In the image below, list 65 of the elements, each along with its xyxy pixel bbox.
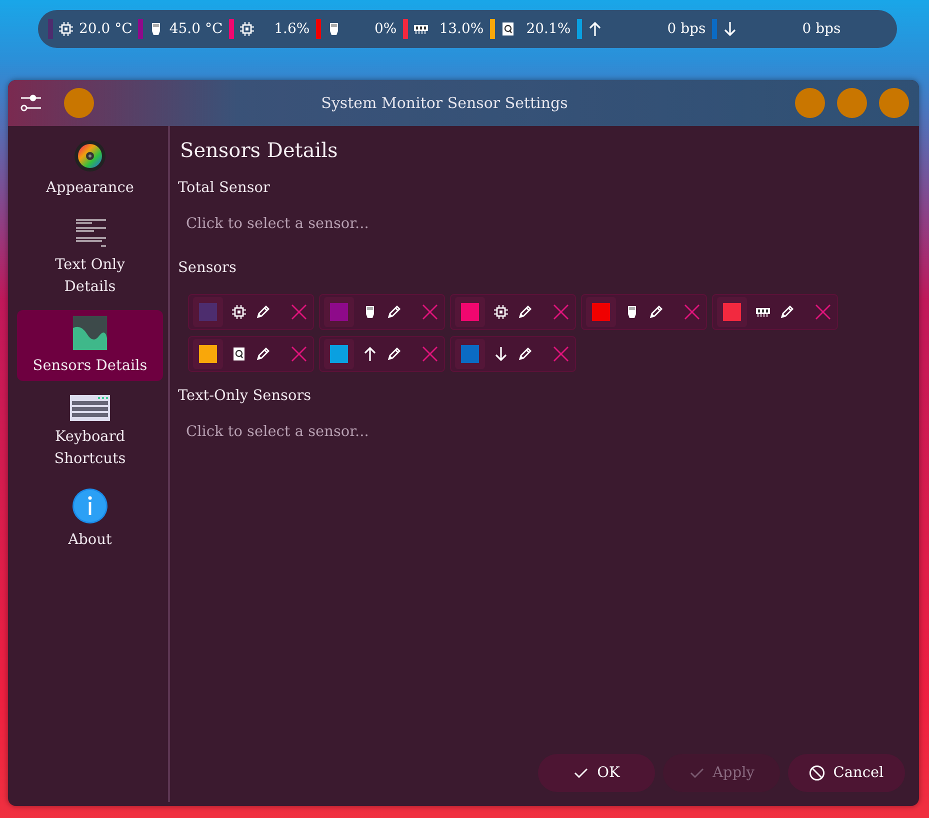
window-button[interactable] <box>795 88 825 118</box>
remove-icon[interactable] <box>553 304 569 320</box>
cpu-icon <box>238 21 255 37</box>
sensor-value: 0% <box>373 21 397 37</box>
up-arrow-icon <box>362 346 378 362</box>
dialog-button[interactable]: OK <box>538 754 655 792</box>
pencil-icon[interactable] <box>255 304 271 320</box>
sliders-icon[interactable] <box>20 93 42 113</box>
sensor-value: 20.1% <box>525 21 571 37</box>
sensor-value: 13.0% <box>438 21 484 37</box>
pencil-icon[interactable] <box>779 304 795 320</box>
remove-icon[interactable] <box>684 304 700 320</box>
sensor-value: 45.0 °C <box>169 21 223 37</box>
pencil-icon[interactable] <box>648 304 664 320</box>
info-icon <box>72 488 108 524</box>
sidebar-item[interactable]: Text Only Details <box>17 211 163 302</box>
sensor-value: 20.0 °C <box>79 21 132 37</box>
window-button[interactable] <box>837 88 867 118</box>
keyboard-icon <box>70 395 110 421</box>
sensor-picker-field[interactable]: Click to select a sensor... <box>178 412 907 452</box>
remove-icon[interactable] <box>291 346 307 362</box>
remove-icon[interactable] <box>291 304 307 320</box>
dialog-button[interactable]: Cancel <box>788 754 905 792</box>
section-label: Text-Only Sensors <box>178 388 312 404</box>
section-label: Sensors <box>178 260 238 276</box>
pencil-icon[interactable] <box>517 346 533 362</box>
color-swatch[interactable] <box>324 297 354 327</box>
cpu-icon <box>231 304 247 320</box>
sidebar-item[interactable]: Appearance <box>17 134 163 203</box>
text-lines-icon <box>74 217 106 249</box>
sensor-value: 1.6% <box>273 21 310 37</box>
sidebar-item[interactable]: Sensors Details <box>17 310 163 381</box>
remove-icon[interactable] <box>553 346 569 362</box>
sidebar-item[interactable]: Keyboard Shortcuts <box>17 389 163 474</box>
down-arrow-icon <box>493 346 509 362</box>
remove-icon[interactable] <box>422 346 438 362</box>
color-swatch[interactable] <box>193 339 223 369</box>
pencil-icon[interactable] <box>255 346 271 362</box>
remove-icon[interactable] <box>422 304 438 320</box>
cpu-icon <box>58 21 74 37</box>
sensor-value: 0 bps <box>666 21 706 37</box>
sensor-value: 0 bps <box>801 21 841 37</box>
window-button[interactable] <box>879 88 909 118</box>
color-swatch[interactable] <box>586 297 616 327</box>
section-label: Total Sensor <box>178 180 271 196</box>
color-swatch[interactable] <box>455 297 485 327</box>
remove-icon[interactable] <box>815 304 831 320</box>
pencil-icon[interactable] <box>386 346 402 362</box>
pencil-icon[interactable] <box>517 304 533 320</box>
window-button[interactable] <box>64 88 94 118</box>
up-arrow-icon <box>586 21 603 37</box>
color-wheel-icon <box>74 140 106 172</box>
pencil-icon[interactable] <box>386 304 402 320</box>
cancel-icon <box>809 765 826 781</box>
color-swatch[interactable] <box>455 339 485 369</box>
color-swatch[interactable] <box>717 297 747 327</box>
page-heading: Sensors Details <box>180 138 339 162</box>
color-swatch[interactable] <box>324 339 354 369</box>
cpu-icon <box>493 304 509 320</box>
sensor-picker-field[interactable]: Click to select a sensor... <box>178 204 907 244</box>
area-chart-icon <box>73 316 107 350</box>
down-arrow-icon <box>722 21 738 37</box>
color-swatch[interactable] <box>193 297 223 327</box>
sidebar-item[interactable]: About <box>17 482 163 555</box>
window-title: System Monitor Sensor Settings <box>320 94 569 112</box>
